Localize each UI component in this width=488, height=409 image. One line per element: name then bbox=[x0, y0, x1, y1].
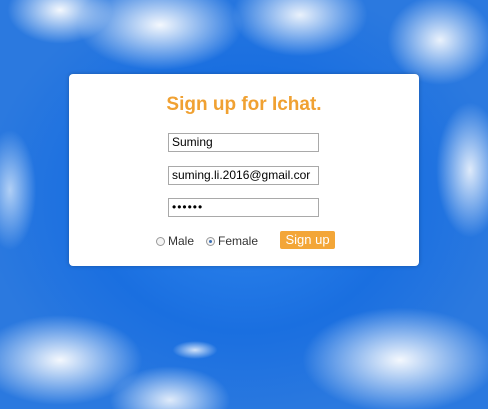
signup-card: Sign up for Ichat. Suming suming.li.2016… bbox=[69, 74, 419, 266]
gender-male-option[interactable]: Male bbox=[156, 233, 194, 249]
name-input[interactable]: Suming bbox=[168, 133, 319, 152]
female-label: Female bbox=[218, 234, 259, 248]
page-title: Sign up for Ichat. bbox=[166, 94, 322, 115]
male-radio[interactable] bbox=[156, 236, 165, 246]
gender-female-option[interactable]: Female bbox=[206, 233, 258, 249]
male-label: Male bbox=[168, 234, 195, 248]
signup-button[interactable]: Sign up bbox=[280, 231, 335, 249]
password-input[interactable]: •••••• bbox=[168, 198, 319, 217]
email-input[interactable]: suming.li.2016@gmail.cor bbox=[168, 166, 319, 185]
female-radio[interactable] bbox=[206, 236, 215, 246]
